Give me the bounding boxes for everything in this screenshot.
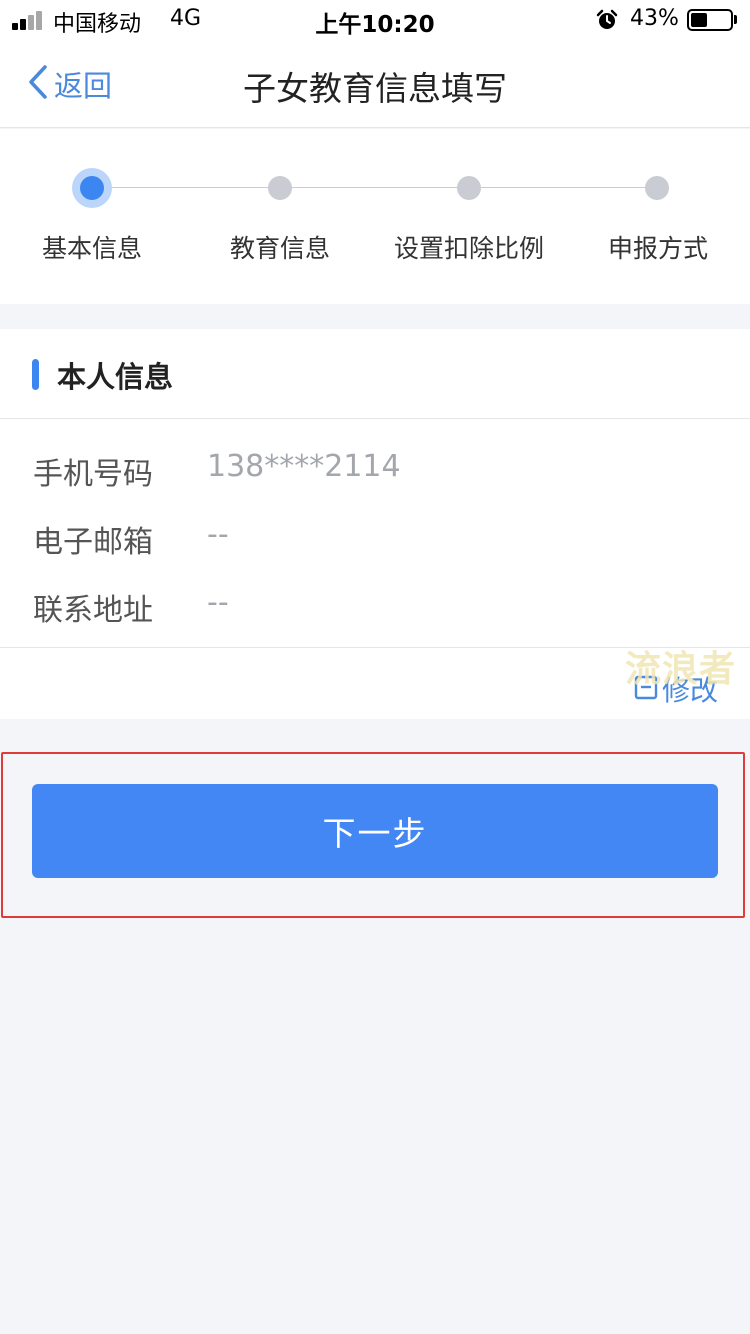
- step-connector: [292, 187, 458, 188]
- email-row: 电子邮箱 --: [0, 509, 750, 560]
- step-label-education-info: 教育信息: [229, 234, 330, 263]
- battery-icon: [687, 9, 733, 31]
- step-connector: [481, 187, 646, 188]
- status-bar: 中国移动 4G 上午10:20 43%: [0, 0, 750, 40]
- step-dot-deduction-ratio: [457, 176, 481, 200]
- step-label-deduction-ratio: 设置扣除比例: [393, 234, 544, 263]
- address-row: 联系地址 --: [0, 577, 750, 628]
- section-accent-bar: [32, 359, 39, 390]
- address-value: --: [207, 585, 229, 620]
- progress-stepper: 基本信息 教育信息 设置扣除比例 申报方式: [0, 129, 750, 304]
- step-dot-filing-method: [645, 176, 669, 200]
- phone-label: 手机号码: [33, 457, 153, 492]
- nav-bar: 返回 子女教育信息填写: [0, 40, 750, 128]
- step-dot-education-info: [268, 176, 292, 200]
- phone-value: 138****2114: [207, 449, 401, 484]
- next-step-label: 下一步: [322, 814, 428, 853]
- step-label-basic-info: 基本信息: [41, 234, 142, 263]
- watermark: 流浪者: [625, 649, 737, 690]
- next-step-button[interactable]: 下一步: [32, 784, 718, 878]
- alarm-icon: [596, 9, 618, 35]
- card-header: 本人信息: [0, 329, 750, 419]
- address-label: 联系地址: [33, 593, 153, 628]
- page-title: 子女教育信息填写: [243, 69, 507, 108]
- email-label: 电子邮箱: [33, 525, 153, 560]
- battery-tip: [734, 15, 737, 24]
- email-value: --: [207, 517, 229, 552]
- section-title: 本人信息: [57, 360, 174, 394]
- battery-percent: 43%: [630, 6, 679, 31]
- step-label-filing-method: 申报方式: [607, 234, 708, 263]
- step-connector: [110, 187, 270, 188]
- step-dot-basic-info: [72, 168, 112, 208]
- phone-row: 手机号码 138****2114: [0, 441, 750, 492]
